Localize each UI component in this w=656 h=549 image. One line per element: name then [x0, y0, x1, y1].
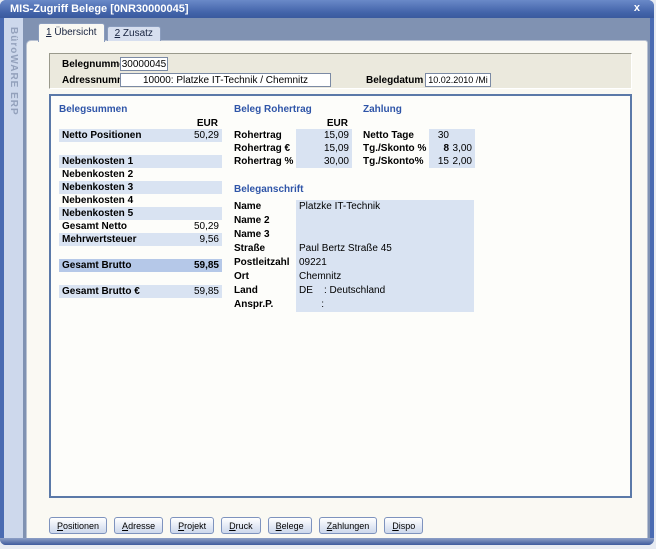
- projekt-button[interactable]: Projekt: [170, 517, 214, 534]
- table-row: Nebenkosten 5: [59, 207, 222, 220]
- belegsummen-section: Belegsummen EUR Netto Positionen50,29 Ne…: [59, 104, 222, 298]
- tab-uebersicht[interactable]: 1 Übersicht: [38, 23, 105, 42]
- table-row: [59, 272, 222, 285]
- document-detail-panel: Belegsummen EUR Netto Positionen50,29 Ne…: [49, 94, 632, 498]
- zahlung-rows: Netto Tage30 Tg./Skonto %83,00 Tg./Skont…: [363, 129, 475, 168]
- positionen-button[interactable]: Positionen: [49, 517, 107, 534]
- table-row: Gesamt Netto50,29: [59, 220, 222, 233]
- workspace: BüroWARE ERP 1 Übersicht 2 Zusatz Belegn…: [4, 18, 650, 538]
- zahlung-section: Zahlung Netto Tage30 Tg./Skonto %83,00 T…: [363, 104, 475, 168]
- druck-button[interactable]: Druck: [221, 517, 261, 534]
- dispo-button[interactable]: Dispo: [384, 517, 423, 534]
- table-row: Rohertrag %30,00: [234, 155, 352, 168]
- table-row: Rohertrag15,09: [234, 129, 352, 142]
- brand-vertical-text: BüroWARE ERP: [8, 27, 19, 116]
- adresse-button[interactable]: Adresse: [114, 517, 163, 534]
- zahlung-title: Zahlung: [363, 104, 475, 115]
- belegsummen-title: Belegsummen: [59, 104, 222, 115]
- belegsummen-currency-header: EUR: [59, 118, 222, 129]
- action-button-bar: Positionen Adresse Projekt Druck Belege …: [49, 517, 423, 534]
- rohertrag-currency-header: EUR: [234, 118, 352, 129]
- table-row: Nebenkosten 2: [59, 168, 222, 181]
- close-icon[interactable]: x: [634, 0, 640, 17]
- address-row: Anspr.P. :: [234, 298, 474, 312]
- belegsummen-rows: Netto Positionen50,29 Nebenkosten 1 Nebe…: [59, 129, 222, 298]
- table-row: Gesamt Brutto €59,85: [59, 285, 222, 298]
- address-row: OrtChemnitz: [234, 270, 474, 284]
- beleganschrift-title: Beleganschrift: [234, 184, 474, 195]
- window-titlebar[interactable]: MIS-Zugriff Belege [0NR30000045] x: [0, 0, 654, 18]
- adressnummer-field[interactable]: [120, 73, 331, 87]
- belegdatum-field[interactable]: [425, 73, 491, 87]
- table-row: [59, 246, 222, 259]
- table-row-gesamt-brutto: Gesamt Brutto59,85: [59, 259, 222, 272]
- table-row: Tg./Skonto %83,00: [363, 142, 475, 155]
- tab-zusatz[interactable]: 2 Zusatz: [107, 26, 161, 41]
- table-row: Rohertrag €15,09: [234, 142, 352, 155]
- beleganschrift-section: Beleganschrift NamePlatzke IT-Technik Na…: [234, 184, 474, 312]
- table-row: Nebenkosten 1: [59, 155, 222, 168]
- table-row: Netto Tage30: [363, 129, 475, 142]
- table-row: Netto Positionen50,29: [59, 129, 222, 142]
- tab-bar: 1 Übersicht 2 Zusatz: [38, 22, 161, 41]
- rohertrag-rows: Rohertrag15,09 Rohertrag €15,09 Rohertra…: [234, 129, 352, 168]
- belegnummer-label: Belegnummer: [62, 59, 129, 70]
- address-row: Name 2: [234, 214, 474, 228]
- rohertrag-section: Beleg Rohertrag EUR Rohertrag15,09 Roher…: [234, 104, 352, 168]
- table-row: Nebenkosten 3: [59, 181, 222, 194]
- brand-strip: BüroWARE ERP: [4, 18, 23, 538]
- table-row: [59, 142, 222, 155]
- screen: MIS-Zugriff Belege [0NR30000045] x BüroW…: [0, 0, 656, 549]
- address-row: StraßePaul Bertz Straße 45: [234, 242, 474, 256]
- document-header-box: Belegnummer Adressnummer Belegdatum: [49, 53, 632, 89]
- table-row: Mehrwertsteuer9,56: [59, 233, 222, 246]
- belegdatum-label: Belegdatum: [366, 75, 423, 86]
- table-row: Tg./Skonto%152,00: [363, 155, 475, 168]
- window-title: MIS-Zugriff Belege [0NR30000045]: [10, 3, 189, 15]
- belege-button[interactable]: Belege: [268, 517, 312, 534]
- tab-label: 2 Zusatz: [115, 28, 153, 40]
- table-row: Nebenkosten 4: [59, 194, 222, 207]
- tab-label: 1 Übersicht: [46, 25, 97, 41]
- address-row: Name 3: [234, 228, 474, 242]
- window-bottom-frame: [0, 538, 654, 545]
- address-row: Postleitzahl09221: [234, 256, 474, 270]
- app-window: MIS-Zugriff Belege [0NR30000045] x BüroW…: [0, 0, 654, 545]
- belegnummer-field[interactable]: [120, 57, 168, 71]
- address-row: NamePlatzke IT-Technik: [234, 200, 474, 214]
- zahlungen-button[interactable]: Zahlungen: [319, 517, 378, 534]
- tab-page: Belegnummer Adressnummer Belegdatum Bele…: [26, 40, 648, 538]
- address-row: LandDE : Deutschland: [234, 284, 474, 298]
- beleganschrift-rows: NamePlatzke IT-Technik Name 2 Name 3 Str…: [234, 200, 474, 312]
- rohertrag-title: Beleg Rohertrag: [234, 104, 352, 115]
